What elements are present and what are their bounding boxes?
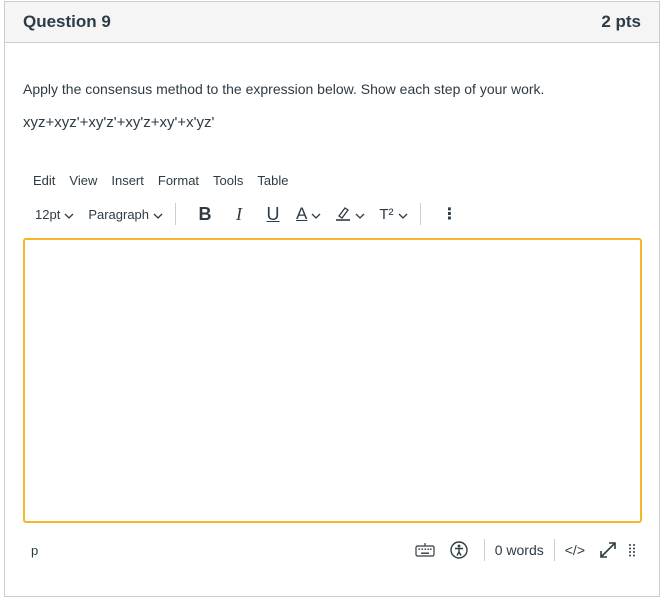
editor-toolbar: 12pt Paragraph B I U A T² ⋮ [23, 202, 641, 226]
superscript-icon: T² [379, 205, 394, 223]
italic-button[interactable]: I [222, 202, 256, 226]
html-editor-toggle[interactable]: </> [565, 542, 585, 558]
chevron-down-icon [311, 207, 321, 222]
question-card: Question 9 2 pts Apply the consensus met… [4, 1, 660, 597]
chevron-down-icon [153, 207, 163, 222]
rich-text-editor[interactable] [23, 238, 642, 523]
question-title: Question 9 [23, 12, 111, 31]
keyboard-icon [415, 543, 435, 557]
menu-view[interactable]: View [69, 173, 97, 188]
question-header: Question 9 2 pts [5, 2, 659, 43]
menu-table[interactable]: Table [257, 173, 288, 188]
chevron-down-icon [355, 207, 365, 222]
menu-tools[interactable]: Tools [213, 173, 243, 188]
block-format-dropdown[interactable]: Paragraph [88, 207, 163, 222]
editor-statusbar: p 0 words </> [23, 537, 641, 563]
block-format-value: Paragraph [88, 206, 150, 222]
statusbar-actions: 0 words </> [410, 538, 641, 562]
bold-button[interactable]: B [188, 202, 222, 226]
statusbar-divider [553, 539, 555, 561]
statusbar-divider [483, 539, 485, 561]
menu-edit[interactable]: Edit [33, 173, 55, 188]
menu-insert[interactable]: Insert [111, 173, 144, 188]
font-size-dropdown[interactable]: 12pt [35, 207, 74, 222]
highlighter-icon [335, 205, 351, 224]
text-color-icon: A [296, 204, 308, 223]
drag-grip-icon [629, 544, 635, 557]
highlight-color-button[interactable] [335, 205, 365, 224]
more-options-button[interactable]: ⋮ [433, 202, 467, 226]
question-expression: xyz+xyz'+xy'z'+xy'z+xy'+x'yz' [23, 114, 215, 131]
text-color-button[interactable]: A [296, 204, 321, 224]
element-path[interactable]: p [31, 543, 410, 558]
editor-menubar: Edit View Insert Format Tools Table [23, 173, 641, 188]
menu-format[interactable]: Format [158, 173, 199, 188]
toolbar-divider [419, 203, 421, 225]
fullscreen-button[interactable] [593, 538, 623, 562]
chevron-down-icon [64, 207, 74, 222]
question-prompt: Apply the consensus method to the expres… [23, 81, 545, 97]
accessibility-icon [450, 541, 468, 559]
underline-button[interactable]: U [256, 202, 290, 226]
toolbar-divider [175, 203, 177, 225]
expand-icon [600, 542, 616, 558]
accessibility-checker-button[interactable] [444, 538, 474, 562]
superscript-button[interactable]: T² [379, 205, 408, 223]
resize-handle[interactable] [623, 538, 641, 562]
question-points: 2 pts [601, 12, 641, 31]
question-body: Apply the consensus method to the expres… [5, 81, 659, 563]
keyboard-shortcuts-button[interactable] [410, 538, 440, 562]
word-count[interactable]: 0 words [495, 542, 544, 558]
font-size-value: 12pt [35, 206, 61, 222]
chevron-down-icon [398, 207, 408, 222]
